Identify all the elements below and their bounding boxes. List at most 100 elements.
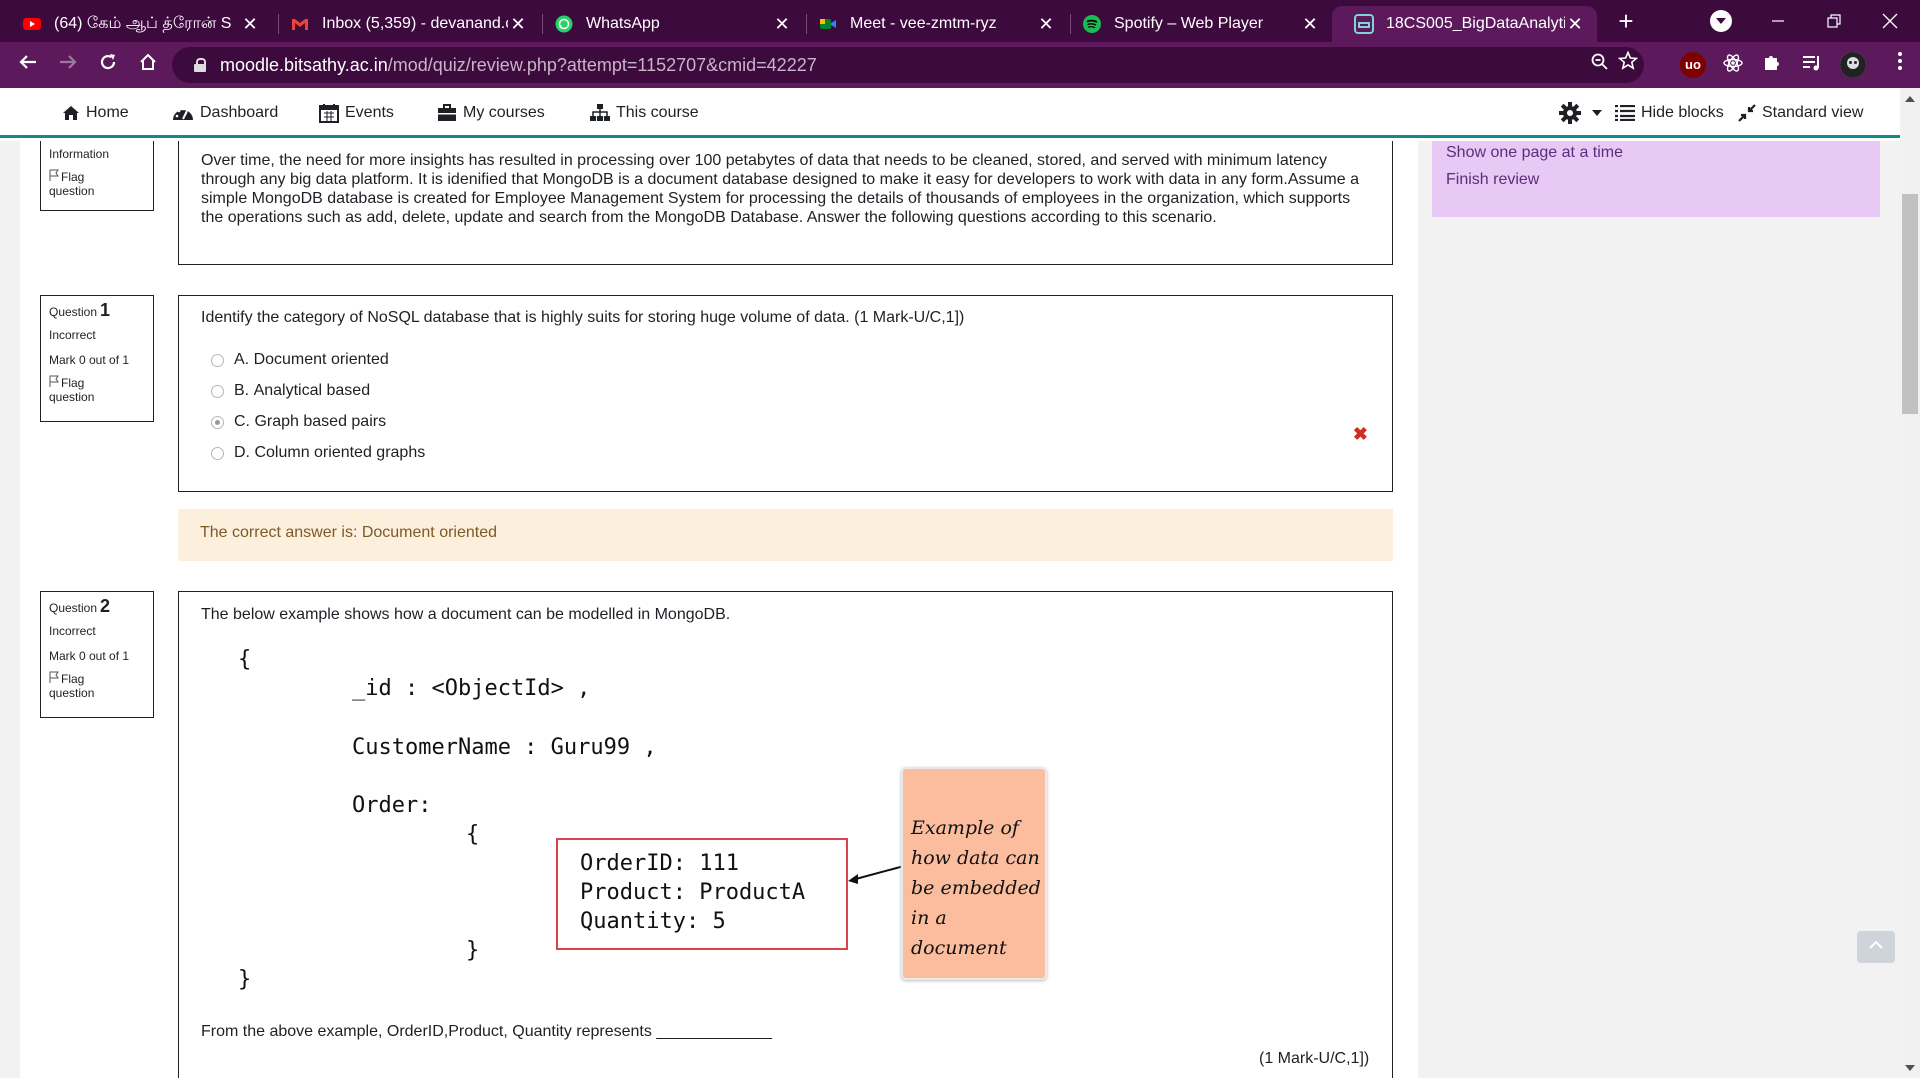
finish-review-link[interactable]: Finish review: [1446, 171, 1539, 189]
home-icon: [63, 106, 79, 120]
minimize-button[interactable]: [1750, 0, 1806, 42]
nav-my-courses-label: My courses: [463, 104, 545, 121]
incorrect-icon: ✖: [1352, 424, 1368, 444]
flag-question-link[interactable]: Flag question: [49, 671, 145, 700]
back-button[interactable]: [14, 51, 42, 79]
radio-button[interactable]: [211, 446, 224, 460]
flag-question-link[interactable]: Flag question: [49, 169, 145, 198]
tab-title: Meet - vee-zmtm-ryz: [850, 15, 997, 32]
restore-icon: [1827, 14, 1841, 28]
code-order-id: OrderID: 111: [580, 851, 739, 876]
list-icon: [1615, 105, 1635, 121]
tab-close-icon[interactable]: ✕: [240, 14, 260, 35]
nav-events[interactable]: Events: [319, 100, 394, 126]
back-to-top-button[interactable]: [1857, 931, 1895, 963]
radio-button[interactable]: [211, 353, 224, 367]
answer-option-d[interactable]: D. Column oriented graphs: [211, 444, 425, 462]
scroll-up-icon[interactable]: [1905, 95, 1915, 103]
code-open-brace: {: [238, 647, 252, 672]
restore-button[interactable]: [1806, 0, 1862, 42]
briefcase-icon: [438, 104, 456, 121]
code-quantity: Quantity: 5: [580, 909, 726, 934]
information-info-box: Information Flag question: [40, 141, 154, 211]
nav-my-courses[interactable]: My courses: [437, 100, 545, 126]
question-mark: Mark 0 out of 1: [49, 649, 130, 663]
tab-title: WhatsApp: [586, 15, 660, 32]
information-content: Over time, the need for more insights ha…: [178, 141, 1393, 265]
tab-close-icon[interactable]: ✕: [1300, 14, 1320, 35]
answer-option-b[interactable]: B. Analytical based: [211, 382, 370, 400]
callout-note-text: Example of how data can be embedded in a…: [911, 817, 1041, 959]
tab-close-icon[interactable]: ✕: [1565, 14, 1585, 35]
react-icon[interactable]: [1720, 52, 1746, 78]
scroll-down-icon[interactable]: [1905, 1064, 1915, 1072]
answer-option-a[interactable]: A. Document oriented: [211, 351, 389, 369]
nav-home[interactable]: Home: [62, 100, 129, 126]
question2-content: The below example shows how a document c…: [178, 591, 1393, 1078]
tab-whatsapp[interactable]: WhatsApp ✕: [532, 6, 804, 42]
reload-icon: [100, 54, 116, 70]
code-inner-close: }: [466, 938, 480, 963]
question2-text: The below example shows how a document c…: [201, 606, 731, 623]
zoom-icon[interactable]: [1586, 51, 1614, 79]
question1-info-box: Question 1 Incorrect Mark 0 out of 1 Flag…: [40, 295, 154, 422]
url-host: moodle.bitsathy.ac.in: [220, 54, 388, 75]
chevron-up-icon: [1869, 940, 1883, 949]
profile-avatar[interactable]: [1840, 52, 1866, 78]
code-customer-line: CustomerName : Guru99 ,: [352, 735, 657, 760]
nav-this-course[interactable]: This course: [590, 100, 699, 126]
flag-icon: [49, 375, 61, 390]
moodle-icon: [1354, 14, 1374, 34]
hide-blocks-label: Hide blocks: [1641, 104, 1724, 121]
tab-spotify[interactable]: Spotify – Web Player ✕: [1060, 6, 1332, 42]
question-state: Incorrect: [49, 624, 96, 638]
bookmark-star-icon[interactable]: [1614, 50, 1642, 79]
nav-this-course-label: This course: [616, 104, 699, 121]
whatsapp-icon: [555, 15, 573, 33]
tab-moodle-active[interactable]: 18CS005_BigDataAnalytics_ ✕: [1332, 6, 1597, 42]
new-tab-button[interactable]: +: [1612, 8, 1640, 36]
code-order-line: Order:: [352, 793, 432, 818]
browser-tab-strip: (64) கேம் ஆப் த்ரோன் S ✕ Inbox (5,359) -…: [0, 0, 1920, 42]
question-number: Question 2: [49, 596, 111, 616]
scrollbar-thumb[interactable]: [1902, 194, 1918, 414]
tab-search-icon[interactable]: [1710, 10, 1732, 32]
flag-question-link[interactable]: Flag question: [49, 375, 145, 404]
nav-dashboard[interactable]: Dashboard: [172, 100, 278, 126]
ublock-icon[interactable]: uo: [1680, 52, 1706, 78]
puzzle-icon[interactable]: [1759, 52, 1785, 78]
settings-menu[interactable]: [1558, 100, 1608, 126]
forward-button[interactable]: [54, 51, 82, 79]
question2-info-box: Question 2 Incorrect Mark 0 out of 1 Flag…: [40, 591, 154, 718]
close-window-button[interactable]: [1862, 0, 1918, 42]
tab-close-icon[interactable]: ✕: [1036, 14, 1056, 35]
gear-icon: [1559, 102, 1581, 124]
caret-down-icon: [1592, 110, 1602, 116]
compress-icon: [1738, 104, 1756, 122]
radio-button[interactable]: [211, 384, 224, 398]
nav-events-label: Events: [345, 104, 394, 121]
browser-menu-icon[interactable]: [1886, 51, 1914, 79]
code-close-brace: }: [238, 967, 252, 992]
answer-option-c[interactable]: C. Graph based pairs: [211, 413, 386, 431]
question1-content: Identify the category of NoSQL database …: [178, 295, 1393, 492]
dashboard-icon: [173, 107, 193, 120]
standard-view-button[interactable]: Standard view: [1738, 100, 1863, 126]
minimize-icon: [1772, 20, 1784, 22]
tab-close-icon[interactable]: ✕: [772, 14, 792, 35]
reload-button[interactable]: [94, 51, 122, 79]
gmail-icon: [292, 19, 308, 30]
address-bar[interactable]: moodle.bitsathy.ac.in/mod/quiz/review.ph…: [172, 47, 1644, 83]
hide-blocks-button[interactable]: Hide blocks: [1615, 100, 1724, 126]
sitemap-icon: [590, 104, 610, 121]
tab-meet[interactable]: Meet - vee-zmtm-ryz ✕: [796, 6, 1068, 42]
tab-youtube[interactable]: (64) கேம் ஆப் த்ரோன் S ✕: [0, 6, 272, 42]
information-text: Over time, the need for more insights ha…: [201, 152, 1359, 226]
tab-gmail[interactable]: Inbox (5,359) - devanand.cs ✕: [268, 6, 540, 42]
home-button[interactable]: [134, 51, 162, 79]
media-icon[interactable]: [1799, 52, 1825, 78]
show-one-page-link[interactable]: Show one page at a time: [1446, 144, 1623, 162]
tab-close-icon[interactable]: ✕: [508, 14, 528, 35]
radio-button-selected[interactable]: [211, 415, 224, 429]
tab-title: Inbox (5,359) - devanand.cs: [322, 15, 508, 32]
